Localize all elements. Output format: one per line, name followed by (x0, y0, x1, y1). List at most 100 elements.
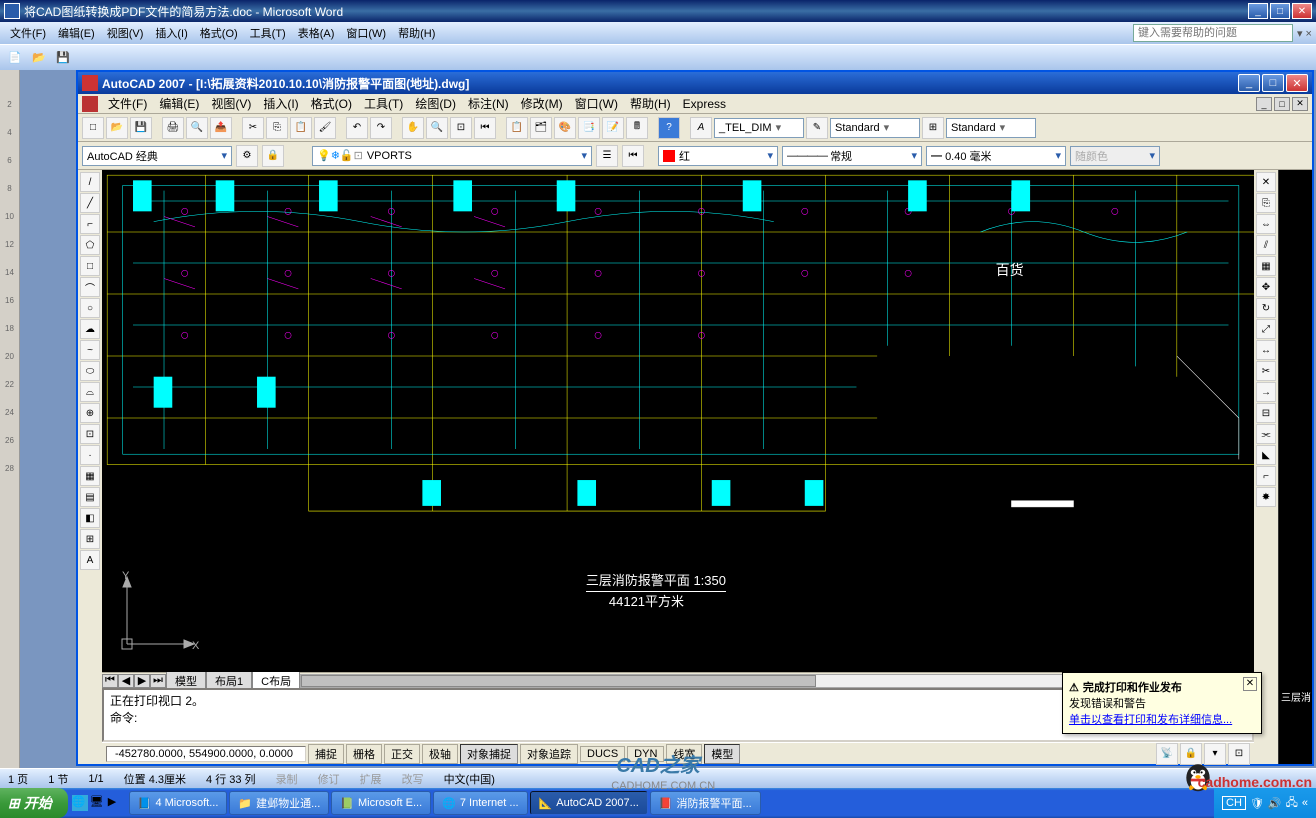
word-menu-window[interactable]: 窗口(W) (340, 23, 392, 43)
ellipse-tool[interactable]: ⬭ (80, 361, 100, 381)
dimstyle-dropdown[interactable]: _TEL_DIM▾ (714, 118, 804, 138)
lwt-toggle[interactable]: 线宽 (666, 744, 702, 764)
sheet-set-button[interactable]: 📑 (578, 117, 600, 139)
textstyle1-dropdown[interactable]: Standard▾ (830, 118, 920, 138)
cad-menu-file[interactable]: 文件(F) (102, 93, 153, 114)
word-menu-format[interactable]: 格式(O) (194, 23, 244, 43)
word-menu-edit[interactable]: 编辑(E) (52, 23, 101, 43)
redo-button[interactable]: ↷ (370, 117, 392, 139)
tab-last-button[interactable]: ⏭ (150, 674, 166, 688)
markup-button[interactable]: 📝 (602, 117, 624, 139)
cad-menu-modify[interactable]: 修改(M) (515, 93, 569, 114)
word-menu-file[interactable]: 文件(F) (4, 23, 52, 43)
publish-button[interactable]: 📤 (210, 117, 232, 139)
textstyle2-dropdown[interactable]: Standard▾ (946, 118, 1036, 138)
hscroll-thumb[interactable] (301, 675, 816, 687)
cad-menu-window[interactable]: 窗口(W) (569, 93, 624, 114)
doc-close-button[interactable]: ✕ (1292, 97, 1308, 111)
task-excel[interactable]: 📗Microsoft E... (331, 791, 431, 815)
plot-button[interactable]: 🖨 (162, 117, 184, 139)
tray-shield-icon[interactable]: 🛡 (1250, 797, 1264, 810)
undo-button[interactable]: ↶ (346, 117, 368, 139)
layer-dropdown[interactable]: 💡❄🔓⊡ VPORTS▾ (312, 146, 592, 166)
word-help-search[interactable] (1133, 24, 1293, 42)
hatch-tool[interactable]: ▦ (80, 466, 100, 486)
polygon-tool[interactable]: ⬠ (80, 235, 100, 255)
arc-tool[interactable]: ⌒ (80, 277, 100, 297)
join-tool[interactable]: ⫘ (1256, 424, 1276, 444)
linetype-dropdown[interactable]: ———— 常规▾ (782, 146, 922, 166)
open-file-button[interactable]: 📂 (106, 117, 128, 139)
zoom-rt-button[interactable]: 🔍 (426, 117, 448, 139)
scale-tool[interactable]: ⤢ (1256, 319, 1276, 339)
properties-button[interactable]: 📋 (506, 117, 528, 139)
cad-menu-insert[interactable]: 插入(I) (257, 93, 304, 114)
cad-menu-help[interactable]: 帮助(H) (624, 93, 677, 114)
array-tool[interactable]: ▦ (1256, 256, 1276, 276)
notification-link[interactable]: 单击以查看打印和发布详细信息... (1069, 711, 1255, 727)
quicklaunch-media-icon[interactable]: ▶ (108, 795, 124, 811)
dyn-toggle[interactable]: DYN (627, 746, 664, 762)
grid-toggle[interactable]: 栅格 (346, 744, 382, 764)
fillet-tool[interactable]: ⌐ (1256, 466, 1276, 486)
snap-toggle[interactable]: 捕捉 (308, 744, 344, 764)
quicklaunch-desktop-icon[interactable]: 🖥 (90, 795, 106, 811)
quicklaunch-ie-icon[interactable]: 🌐 (72, 795, 88, 811)
osnap-toggle[interactable]: 对象捕捉 (460, 744, 518, 764)
cad-menu-dim[interactable]: 标注(N) (462, 93, 515, 114)
text-style-icon[interactable]: ✎ (806, 117, 828, 139)
new-doc-button[interactable]: 📄 (4, 47, 26, 69)
word-menu-help[interactable]: 帮助(H) (392, 23, 441, 43)
workspace-settings-button[interactable]: ⚙ (236, 145, 258, 167)
insert-block-tool[interactable]: ⊕ (80, 403, 100, 423)
tray-expand-icon[interactable]: « (1302, 797, 1308, 809)
ortho-toggle[interactable]: 正交 (384, 744, 420, 764)
pline-tool[interactable]: ⌐ (80, 214, 100, 234)
word-menu-table[interactable]: 表格(A) (292, 23, 341, 43)
revcloud-tool[interactable]: ☁ (80, 319, 100, 339)
word-minimize-button[interactable]: _ (1248, 3, 1268, 19)
modelspace-toggle[interactable]: 模型 (704, 744, 740, 764)
cad-menu-view[interactable]: 视图(V) (205, 93, 257, 114)
explode-tool[interactable]: ✸ (1256, 487, 1276, 507)
word-menu-insert[interactable]: 插入(I) (149, 23, 193, 43)
point-tool[interactable]: · (80, 445, 100, 465)
rotate-tool[interactable]: ↻ (1256, 298, 1276, 318)
task-word[interactable]: 📘4 Microsoft... (129, 791, 228, 815)
cad-menu-format[interactable]: 格式(O) (305, 93, 358, 114)
task-ie[interactable]: 🌐7 Internet ... (433, 791, 527, 815)
erase-tool[interactable]: ✕ (1256, 172, 1276, 192)
layer-prev-button[interactable]: ⏮ (622, 145, 644, 167)
cut-button[interactable]: ✂ (242, 117, 264, 139)
match-button[interactable]: 🖌 (314, 117, 336, 139)
task-pdf[interactable]: 📕消防报警平面... (650, 791, 761, 815)
color-dropdown[interactable]: 红▾ (658, 146, 778, 166)
workspace-dropdown[interactable]: AutoCAD 经典▾ (82, 146, 232, 166)
word-maximize-button[interactable]: □ (1270, 3, 1290, 19)
clean-screen-icon[interactable]: ⊡ (1228, 743, 1250, 765)
pan-button[interactable]: ✋ (402, 117, 424, 139)
start-button[interactable]: ⊞开始 (0, 788, 68, 818)
ellipse-arc-tool[interactable]: ⌓ (80, 382, 100, 402)
word-close-button[interactable]: ✕ (1292, 3, 1312, 19)
tray-network-icon[interactable]: 🖧 (1286, 794, 1298, 813)
design-center-button[interactable]: 🗂 (530, 117, 552, 139)
cad-close-button[interactable]: ✕ (1286, 74, 1308, 92)
tab-first-button[interactable]: ⏮ (102, 674, 118, 688)
zoom-prev-button[interactable]: ⏮ (474, 117, 496, 139)
task-autocad[interactable]: 📐AutoCAD 2007... (530, 791, 648, 815)
cad-menu-tools[interactable]: 工具(T) (358, 93, 409, 114)
region-tool[interactable]: ◧ (80, 508, 100, 528)
ducs-toggle[interactable]: DUCS (580, 746, 625, 762)
trim-tool[interactable]: ✂ (1256, 361, 1276, 381)
open-button[interactable]: 📂 (28, 47, 50, 69)
gradient-tool[interactable]: ▤ (80, 487, 100, 507)
copy-button[interactable]: ⎘ (266, 117, 288, 139)
coordinates-display[interactable]: -452780.0000, 554900.0000, 0.0000 (106, 746, 306, 762)
layer-mgr-button[interactable]: ☰ (596, 145, 618, 167)
word-menu-view[interactable]: 视图(V) (101, 23, 150, 43)
calc-button[interactable]: 🖩 (626, 117, 648, 139)
zoom-win-button[interactable]: ⊡ (450, 117, 472, 139)
chamfer-tool[interactable]: ◣ (1256, 445, 1276, 465)
mirror-tool[interactable]: ⇔ (1256, 214, 1276, 234)
